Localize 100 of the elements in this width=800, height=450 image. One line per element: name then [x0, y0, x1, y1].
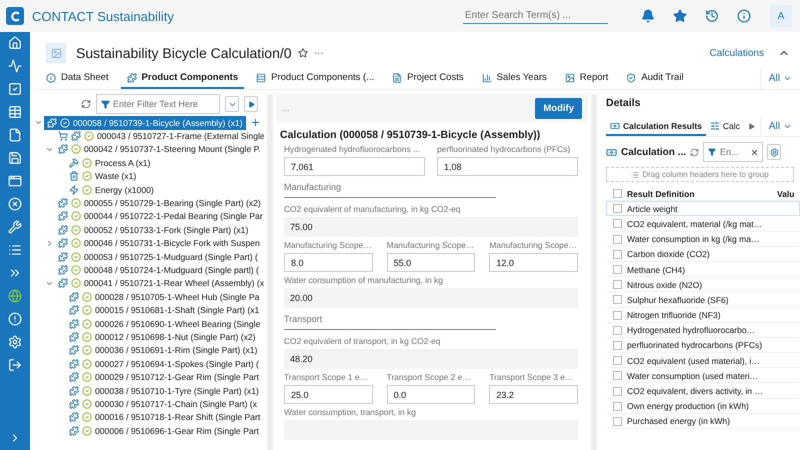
input-field[interactable]: 1,08	[437, 157, 578, 176]
tab[interactable]: Project Costs	[386, 68, 470, 89]
tab[interactable]: Calc	[706, 117, 744, 136]
globe-icon[interactable]	[8, 289, 22, 303]
bell-icon[interactable]	[641, 9, 655, 23]
tree-node[interactable]: Waste (x1)	[66, 169, 140, 184]
filter-field[interactable]: Enter Filter Text Here	[96, 94, 220, 114]
tree-node[interactable]: 000006 / 9510696-1-Gear Rim (Single Part	[66, 424, 262, 438]
logout-icon[interactable]	[8, 358, 22, 372]
tree-node[interactable]: 000055 / 9510729-1-Bearing (Single Part) (x2)	[55, 196, 264, 210]
wrench-icon[interactable]	[8, 220, 22, 234]
tab[interactable]: Data Sheet	[40, 68, 115, 89]
next-button[interactable]	[244, 96, 258, 112]
input-field[interactable]: 7,061	[284, 157, 425, 176]
table-row[interactable]: Hydrogenated hydrofluorocarbo…	[606, 322, 800, 338]
table-row[interactable]: Nitrous oxide (N2O)	[606, 277, 800, 292]
star-icon[interactable]	[673, 9, 687, 23]
scroll-right-icon[interactable]	[748, 123, 755, 130]
tree-node[interactable]: 000028 / 9510705-1-Wheel Hub (Single Pa	[66, 290, 262, 304]
clear-icon[interactable]	[750, 148, 760, 156]
more-menu[interactable]: ···	[314, 48, 324, 58]
row-checkbox[interactable]	[613, 265, 622, 274]
modify-button[interactable]: Modify	[535, 98, 582, 118]
input-field[interactable]: 8.0	[284, 253, 373, 272]
tree-node[interactable]: 000016 / 9510718-1-Rear Shift (Single Part	[66, 410, 264, 424]
row-checkbox[interactable]	[613, 386, 622, 396]
table-row[interactable]: Water consumption (used materi…	[606, 368, 800, 384]
input-field[interactable]: 12.0	[489, 253, 578, 272]
table-row[interactable]: Own energy production (in kWh)	[606, 398, 800, 414]
tree-node[interactable]: Energy (x1000)	[66, 182, 157, 197]
home-icon[interactable]	[8, 36, 22, 50]
input-field[interactable]: 25.0	[284, 385, 373, 404]
calculations-link[interactable]: Calculations	[710, 48, 764, 58]
table-row[interactable]: Water consumption in kg (/kg ma…	[606, 232, 800, 247]
settings-icon[interactable]	[8, 335, 22, 349]
table-icon[interactable]	[8, 105, 22, 119]
input-field[interactable]: 55.0	[386, 253, 476, 272]
activity-icon[interactable]	[8, 59, 22, 73]
column-header[interactable]: Result Definition	[627, 188, 777, 199]
tree-node[interactable]: 000041 / 9510721-1-Rear Wheel (Assembly) (x	[55, 276, 264, 290]
row-checkbox[interactable]	[613, 295, 622, 304]
tree-node[interactable]: Process A (x1)	[66, 156, 154, 170]
add-icon[interactable]	[250, 117, 261, 128]
row-checkbox[interactable]	[613, 356, 622, 366]
file-icon[interactable]	[8, 128, 22, 142]
table-row[interactable]: Methane (CH4)	[606, 262, 800, 278]
table-row[interactable]: CO2 equivalent, divers activity, in …	[606, 383, 800, 399]
alert-icon[interactable]	[8, 312, 22, 326]
tree-node[interactable]: 000052 / 9510733-1-Fork (Single Part) (x1)	[55, 222, 252, 237]
row-checkbox[interactable]	[613, 310, 622, 320]
tree-node[interactable]: 000053 / 9510725-1-Mudguard (Single Part) (	[55, 250, 261, 264]
table-row[interactable]: Purchased energy (in kWh)	[606, 414, 800, 429]
tree-node[interactable]: 000038 / 9510710-1-Tyre (Single Part) (x1)	[66, 384, 262, 398]
tab[interactable]: Product Components (...	[250, 68, 380, 89]
table-row[interactable]: CO2 equivalent, material (/kg mat…	[606, 216, 800, 232]
tab[interactable]: Report	[558, 68, 614, 89]
row-checkbox[interactable]	[613, 402, 622, 411]
tab[interactable]: Product Components	[120, 68, 244, 89]
user-avatar[interactable]: A	[770, 5, 792, 27]
tree-node[interactable]: 000043 / 9510727-1-Frame (External Single	[55, 129, 264, 144]
star-icon[interactable]	[298, 48, 308, 58]
tree-node[interactable]: 000036 / 9510691-1-Rim (Single Part) (x1)	[66, 343, 260, 358]
tree-node[interactable]: 000026 / 9510690-1-Wheel Bearing (Single	[66, 316, 264, 331]
tree-node[interactable]: 000046 / 9510731-1-Bicycle Fork with Suspen	[55, 236, 263, 250]
tree-node[interactable]: 000048 / 9510724-1-Mudguard (Single partl) (	[55, 263, 262, 277]
table-row[interactable]: perfluorinated hydrocarbons (PFCs)	[606, 338, 800, 354]
row-checkbox[interactable]	[613, 326, 622, 335]
list-icon[interactable]	[8, 243, 22, 257]
tab[interactable]: Audit Trail	[620, 68, 690, 89]
tabs-menu[interactable]: All	[760, 117, 800, 136]
select-all-checkbox[interactable]	[613, 189, 622, 198]
table-row[interactable]: Nitrogen trifluoride (NF3)	[606, 308, 800, 323]
x-circle-icon[interactable]	[8, 197, 22, 211]
row-checkbox[interactable]	[613, 234, 622, 244]
tab[interactable]: Sales Years	[476, 68, 553, 89]
settings-button[interactable]	[767, 144, 782, 160]
row-checkbox[interactable]	[613, 280, 622, 290]
table-row[interactable]: CO2 equivalent (used material), i…	[606, 353, 800, 368]
refresh-icon[interactable]	[690, 148, 700, 156]
column-header[interactable]: Valu	[777, 188, 799, 199]
input-field[interactable]: 23.2	[489, 385, 578, 404]
history-icon[interactable]	[705, 9, 719, 23]
search-field[interactable]: Enter Search Term(s) ...	[463, 8, 608, 24]
row-checkbox[interactable]	[613, 204, 622, 214]
tree-node[interactable]: 000012 / 9510698-1-Nut (Single Part) (x2)	[66, 330, 259, 344]
info-icon[interactable]	[737, 9, 751, 23]
tree-node[interactable]: 000058 / 9510739-1-Bicycle (Assembly) (x1)	[44, 116, 246, 130]
checkbox-icon[interactable]	[8, 82, 22, 96]
row-checkbox[interactable]	[613, 371, 622, 380]
input-field[interactable]: 0.0	[386, 385, 476, 404]
table-row[interactable]: Article weight	[606, 201, 800, 216]
refresh-icon[interactable]	[81, 99, 91, 109]
tree-node[interactable]: 000044 / 9510722-1-Pedal Bearing (Single Par	[55, 209, 264, 224]
row-checkbox[interactable]	[613, 416, 622, 426]
window-icon[interactable]	[8, 174, 22, 188]
group-drop-area[interactable]: Drag column headers here to group	[606, 167, 794, 182]
tree-node[interactable]: 000029 / 9510712-1-Gear Rim (Single Part	[66, 370, 262, 384]
row-checkbox[interactable]	[613, 250, 622, 259]
tab[interactable]: Calculation Results	[606, 117, 706, 136]
save-icon[interactable]	[8, 151, 22, 165]
